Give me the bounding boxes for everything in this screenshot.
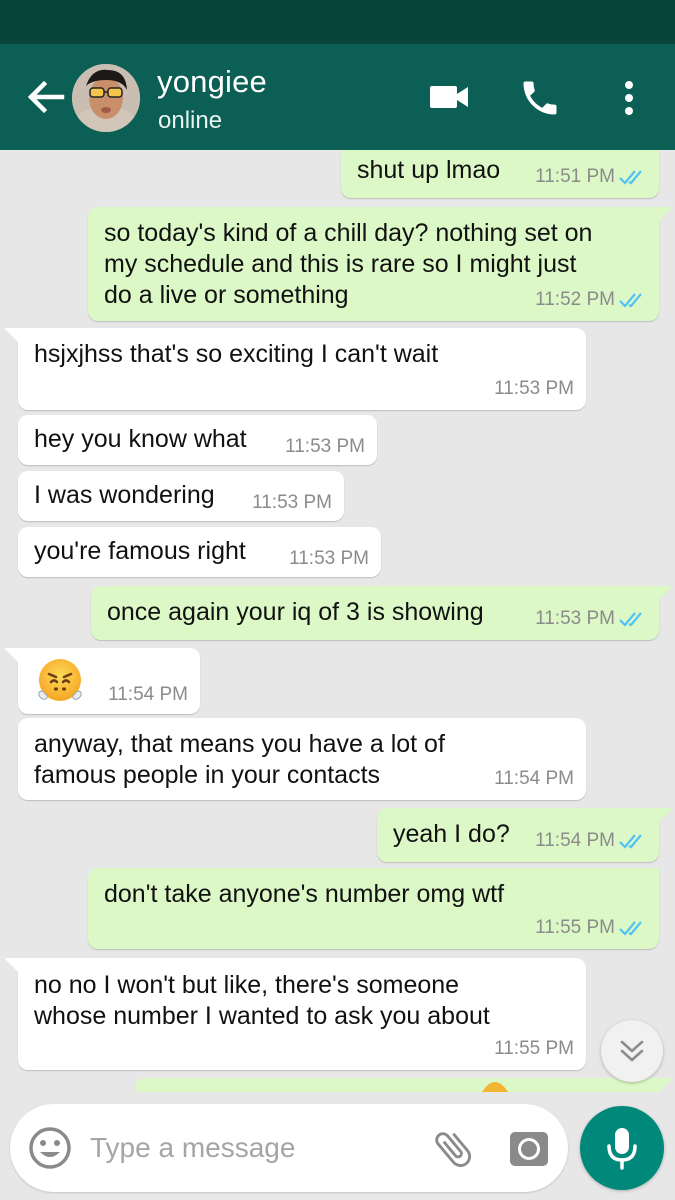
bubble-tail (4, 648, 18, 662)
chat-header: yongiee online (0, 44, 675, 150)
message-time: 11:53 PM (494, 378, 574, 399)
message-bubble-incoming[interactable]: 11:54 PM (18, 648, 200, 714)
message-meta: 11:53 PM (285, 431, 365, 462)
emoji-partial-icon (482, 1082, 508, 1092)
back-arrow-icon[interactable] (22, 77, 68, 117)
message-time: 11:53 PM (252, 492, 332, 513)
voice-call-icon[interactable] (518, 76, 562, 120)
message-meta: 11:53 PM (289, 543, 369, 574)
message-meta: 11:54 PM (494, 763, 574, 794)
bubble-tail (659, 586, 673, 600)
contact-status: online (158, 107, 223, 134)
camera-icon[interactable] (506, 1126, 552, 1172)
message-text: anyway, that means you have a lot of fam… (34, 730, 445, 789)
double-check-icon (619, 169, 642, 185)
message-time: 11:55 PM (535, 917, 615, 938)
message-bubble-incoming[interactable]: hey you know what 11:53 PM (18, 415, 377, 465)
bubble-tail (659, 808, 673, 822)
message-composer (10, 1104, 568, 1192)
message-bubble-incoming[interactable]: anyway, that means you have a lot of fam… (18, 718, 586, 800)
message-time: 11:54 PM (494, 768, 574, 789)
message-text: don't take anyone's number omg wtf (104, 880, 505, 908)
message-text: once again your iq of 3 is showing (107, 598, 484, 626)
bubble-tail (4, 958, 18, 972)
message-bubble-outgoing-partial[interactable] (135, 1078, 659, 1092)
message-time: 11:53 PM (289, 548, 369, 569)
message-bubble-incoming[interactable]: you're famous right 11:53 PM (18, 527, 381, 577)
message-bubble-outgoing[interactable]: so today's kind of a chill day? nothing … (88, 207, 659, 321)
contact-avatar[interactable] (72, 64, 140, 132)
face-with-steam-icon (38, 659, 82, 701)
message-time: 11:52 PM (535, 289, 615, 310)
message-meta: 11:53 PM (494, 373, 574, 404)
message-time: 11:53 PM (285, 436, 365, 457)
status-bar (0, 0, 675, 44)
double-check-icon (619, 611, 642, 627)
message-bubble-outgoing[interactable]: yeah I do? 11:54 PM (377, 808, 659, 862)
double-check-icon (619, 833, 642, 849)
message-text: yeah I do? (393, 820, 510, 848)
microphone-button[interactable] (580, 1106, 664, 1190)
paperclip-icon[interactable] (430, 1126, 476, 1172)
message-time: 11:54 PM (108, 684, 188, 705)
message-bubble-outgoing[interactable]: once again your iq of 3 is showing 11:53… (91, 586, 659, 640)
message-bubble-incoming[interactable]: hsjxjhss that's so exciting I can't wait… (18, 328, 586, 410)
message-meta: 11:52 PM (535, 284, 647, 315)
more-options-icon[interactable] (612, 76, 646, 120)
message-text: shut up lmao (357, 156, 501, 184)
message-time: 11:51 PM (535, 166, 615, 187)
double-check-icon (619, 920, 642, 936)
bubble-tail (4, 328, 18, 342)
message-text: you're famous right (34, 537, 246, 565)
message-meta: 11:51 PM (535, 161, 647, 192)
message-text: hsjxjhss that's so exciting I can't wait (34, 340, 439, 368)
message-meta: 11:53 PM (252, 487, 332, 518)
message-meta: 11:54 PM (108, 679, 188, 710)
message-list[interactable]: shut up lmao 11:51 PM so today's kind of… (0, 150, 675, 1092)
message-meta: 11:55 PM (535, 912, 647, 943)
microphone-icon (607, 1128, 637, 1170)
bubble-tail (659, 207, 673, 221)
message-bubble-outgoing[interactable]: shut up lmao 11:51 PM (341, 150, 659, 198)
contact-name[interactable]: yongiee (157, 64, 267, 100)
message-input[interactable] (90, 1126, 410, 1170)
emoji-icon[interactable] (26, 1124, 74, 1172)
message-time: 11:55 PM (494, 1038, 574, 1059)
message-meta: 11:53 PM (535, 603, 647, 634)
message-meta: 11:54 PM (535, 825, 647, 856)
message-bubble-incoming[interactable]: I was wondering 11:53 PM (18, 471, 344, 521)
message-time: 11:53 PM (535, 608, 615, 629)
message-text: so today's kind of a chill day? nothing … (104, 219, 593, 309)
scroll-to-bottom-button[interactable] (601, 1020, 663, 1082)
message-bubble-incoming[interactable]: no no I won't but like, there's someone … (18, 958, 586, 1070)
message-text: no no I won't but like, there's someone … (34, 971, 490, 1030)
message-meta: 11:55 PM (494, 1033, 574, 1064)
double-check-icon (619, 292, 642, 308)
message-text: I was wondering (34, 481, 215, 509)
message-bubble-outgoing[interactable]: don't take anyone's number omg wtf 11:55… (88, 868, 659, 949)
message-text: hey you know what (34, 425, 247, 453)
message-time: 11:54 PM (535, 830, 615, 851)
video-call-icon[interactable] (428, 81, 472, 113)
